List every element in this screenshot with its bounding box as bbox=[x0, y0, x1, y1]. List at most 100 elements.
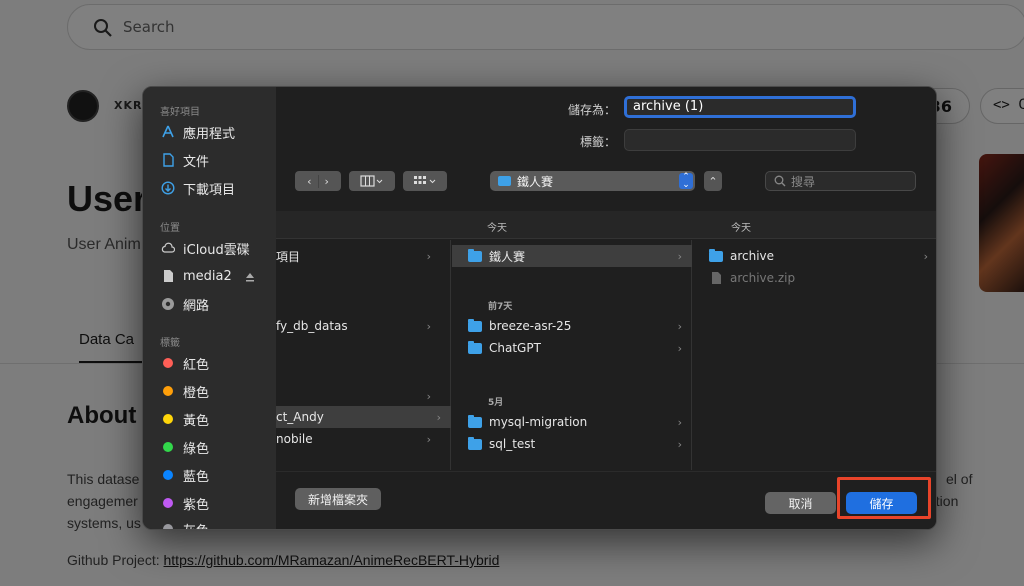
sidebar-item-label: 綠色 bbox=[183, 441, 210, 457]
sidebar-item-media2[interactable]: media2 bbox=[161, 266, 232, 286]
list-item[interactable]: › bbox=[276, 385, 441, 407]
item-label: archive.zip bbox=[730, 271, 796, 285]
sidebar-item-label: 應用程式 bbox=[183, 126, 236, 142]
avatar[interactable] bbox=[67, 90, 99, 122]
search-bar[interactable]: Search bbox=[67, 4, 1024, 50]
browser-column-1: 項目 › fy_db_datas › › ct_Andy › nobile › bbox=[276, 240, 451, 470]
tag-dot-icon bbox=[163, 442, 173, 452]
paragraph-line-right: el of bbox=[946, 471, 973, 487]
location-label: 鐵人賽 bbox=[517, 174, 554, 189]
disk-icon bbox=[164, 270, 173, 282]
columns-icon bbox=[360, 175, 383, 187]
column-view-button[interactable] bbox=[349, 171, 395, 191]
tag-dot-icon bbox=[163, 524, 173, 529]
sidebar-item-applications[interactable]: 應用程式 bbox=[161, 122, 235, 142]
folder-icon bbox=[709, 248, 723, 262]
location-popup[interactable]: 鐵人賽 ⌃ ⌄ bbox=[490, 171, 695, 191]
search-placeholder: 搜尋 bbox=[791, 174, 816, 189]
list-item-selected[interactable]: 鐵人賽 › bbox=[452, 245, 692, 267]
chevron-right-icon: › bbox=[677, 319, 682, 333]
finder-search[interactable]: 搜尋 bbox=[765, 171, 916, 191]
folder-icon bbox=[498, 176, 511, 186]
tags-header: 標籤 bbox=[160, 338, 180, 349]
sidebar-tag-purple[interactable]: 紫色 bbox=[161, 493, 209, 513]
cancel-button[interactable]: 取消 bbox=[765, 492, 836, 514]
sidebar-tag-blue[interactable]: 藍色 bbox=[161, 465, 209, 485]
browser-column-3: archive › archive.zip bbox=[693, 240, 936, 470]
browser-column-2: 鐵人賽 › 前7天 breeze-asr-25 › ChatGPT › 5月 mysq… bbox=[452, 240, 692, 470]
code-button[interactable]: <> C bbox=[980, 88, 1024, 124]
tags-input[interactable] bbox=[624, 129, 856, 151]
forward-icon[interactable]: › bbox=[319, 175, 335, 188]
search-icon bbox=[774, 175, 786, 187]
item-label: nobile bbox=[276, 432, 313, 446]
github-line: Github Project: https://github.com/MRama… bbox=[67, 552, 499, 568]
list-item-selected[interactable]: ct_Andy › bbox=[276, 406, 451, 428]
sidebar-item-network[interactable]: 網路 bbox=[161, 294, 209, 314]
sidebar-item-documents[interactable]: 文件 bbox=[161, 150, 209, 170]
sidebar-tag-yellow[interactable]: 黃色 bbox=[161, 409, 209, 429]
tab-data-card[interactable]: Data Ca bbox=[79, 331, 134, 348]
list-item-disabled: archive.zip bbox=[709, 267, 936, 289]
paragraph-line: systems, us bbox=[67, 515, 141, 531]
list-item[interactable]: breeze-asr-25 › bbox=[468, 315, 692, 337]
eject-icon[interactable] bbox=[245, 272, 255, 282]
search-icon bbox=[94, 19, 112, 37]
column-header-today: 今天 bbox=[487, 223, 507, 234]
favorites-header: 喜好項目 bbox=[160, 107, 200, 118]
chevron-right-icon: › bbox=[677, 341, 682, 355]
collapse-button[interactable]: ⌃ bbox=[704, 171, 722, 191]
item-label: 項目 bbox=[276, 249, 301, 264]
sidebar-item-icloud[interactable]: iCloud雲碟 bbox=[161, 238, 250, 258]
item-label: sql_test bbox=[489, 437, 536, 451]
tag-dot-icon bbox=[163, 470, 173, 480]
sidebar-item-downloads[interactable]: 下載項目 bbox=[161, 178, 235, 198]
list-item[interactable]: nobile › bbox=[276, 428, 441, 450]
github-label: Github Project: bbox=[67, 552, 160, 568]
filename-input[interactable]: archive (1) bbox=[624, 96, 856, 118]
folder-icon bbox=[468, 340, 482, 354]
sidebar-item-label: 紅色 bbox=[183, 357, 210, 373]
locations-header: 位置 bbox=[160, 223, 180, 234]
highlight-box bbox=[837, 477, 931, 519]
tag-dot-icon bbox=[163, 386, 173, 396]
about-heading: About bbox=[67, 402, 137, 429]
file-icon bbox=[712, 272, 721, 284]
sidebar-tag-red[interactable]: 紅色 bbox=[161, 353, 209, 373]
save-dialog: 喜好項目 應用程式 文件 下載項目 位置 iCloud雲碟 media2 網路 … bbox=[142, 86, 937, 530]
list-item[interactable]: archive › bbox=[709, 245, 936, 267]
sidebar-item-label: 網路 bbox=[183, 298, 210, 314]
apps-icon bbox=[162, 125, 174, 138]
network-icon bbox=[162, 298, 174, 310]
new-folder-button[interactable]: 新增檔案夾 bbox=[295, 488, 381, 510]
list-item[interactable]: 項目 › bbox=[276, 245, 441, 267]
chevron-right-icon: › bbox=[677, 437, 682, 451]
github-link[interactable]: https://github.com/MRamazan/AnimeRecBERT… bbox=[164, 552, 500, 568]
list-item[interactable]: mysql-migration › bbox=[468, 411, 692, 433]
tag-dot-icon bbox=[163, 498, 173, 508]
item-label: fy_db_datas bbox=[276, 319, 348, 333]
back-forward-buttons[interactable]: ‹ › bbox=[295, 171, 341, 191]
sidebar-tag-orange[interactable]: 橙色 bbox=[161, 381, 209, 401]
page-subtitle: User Anim bbox=[67, 236, 141, 253]
back-icon[interactable]: ‹ bbox=[301, 174, 319, 188]
group-view-button[interactable] bbox=[403, 171, 447, 191]
list-item[interactable]: ChatGPT › bbox=[468, 337, 692, 359]
stepper-icon: ⌃ ⌄ bbox=[679, 173, 693, 190]
save-as-label: 儲存為： bbox=[567, 103, 616, 117]
cover-image bbox=[979, 154, 1024, 292]
tags-label: 標籤： bbox=[579, 135, 616, 149]
folder-icon bbox=[468, 248, 482, 262]
sidebar-tag-green[interactable]: 綠色 bbox=[161, 437, 209, 457]
item-label: mysql-migration bbox=[489, 415, 588, 429]
list-item[interactable]: sql_test › bbox=[468, 433, 692, 455]
sidebar-item-label: 灰色 bbox=[183, 520, 209, 530]
sidebar-item-label: 下載項目 bbox=[183, 182, 236, 198]
dialog-sidebar: 喜好項目 應用程式 文件 下載項目 位置 iCloud雲碟 media2 網路 … bbox=[143, 87, 276, 530]
sidebar-item-label: iCloud雲碟 bbox=[183, 242, 250, 258]
list-item[interactable]: fy_db_datas › bbox=[276, 315, 441, 337]
code-label: <> C bbox=[993, 97, 1024, 113]
chevron-up-icon: ⌃ bbox=[708, 174, 718, 188]
sidebar-tag-gray[interactable]: 灰色 bbox=[161, 519, 209, 530]
group-header: 5月 bbox=[488, 398, 504, 408]
